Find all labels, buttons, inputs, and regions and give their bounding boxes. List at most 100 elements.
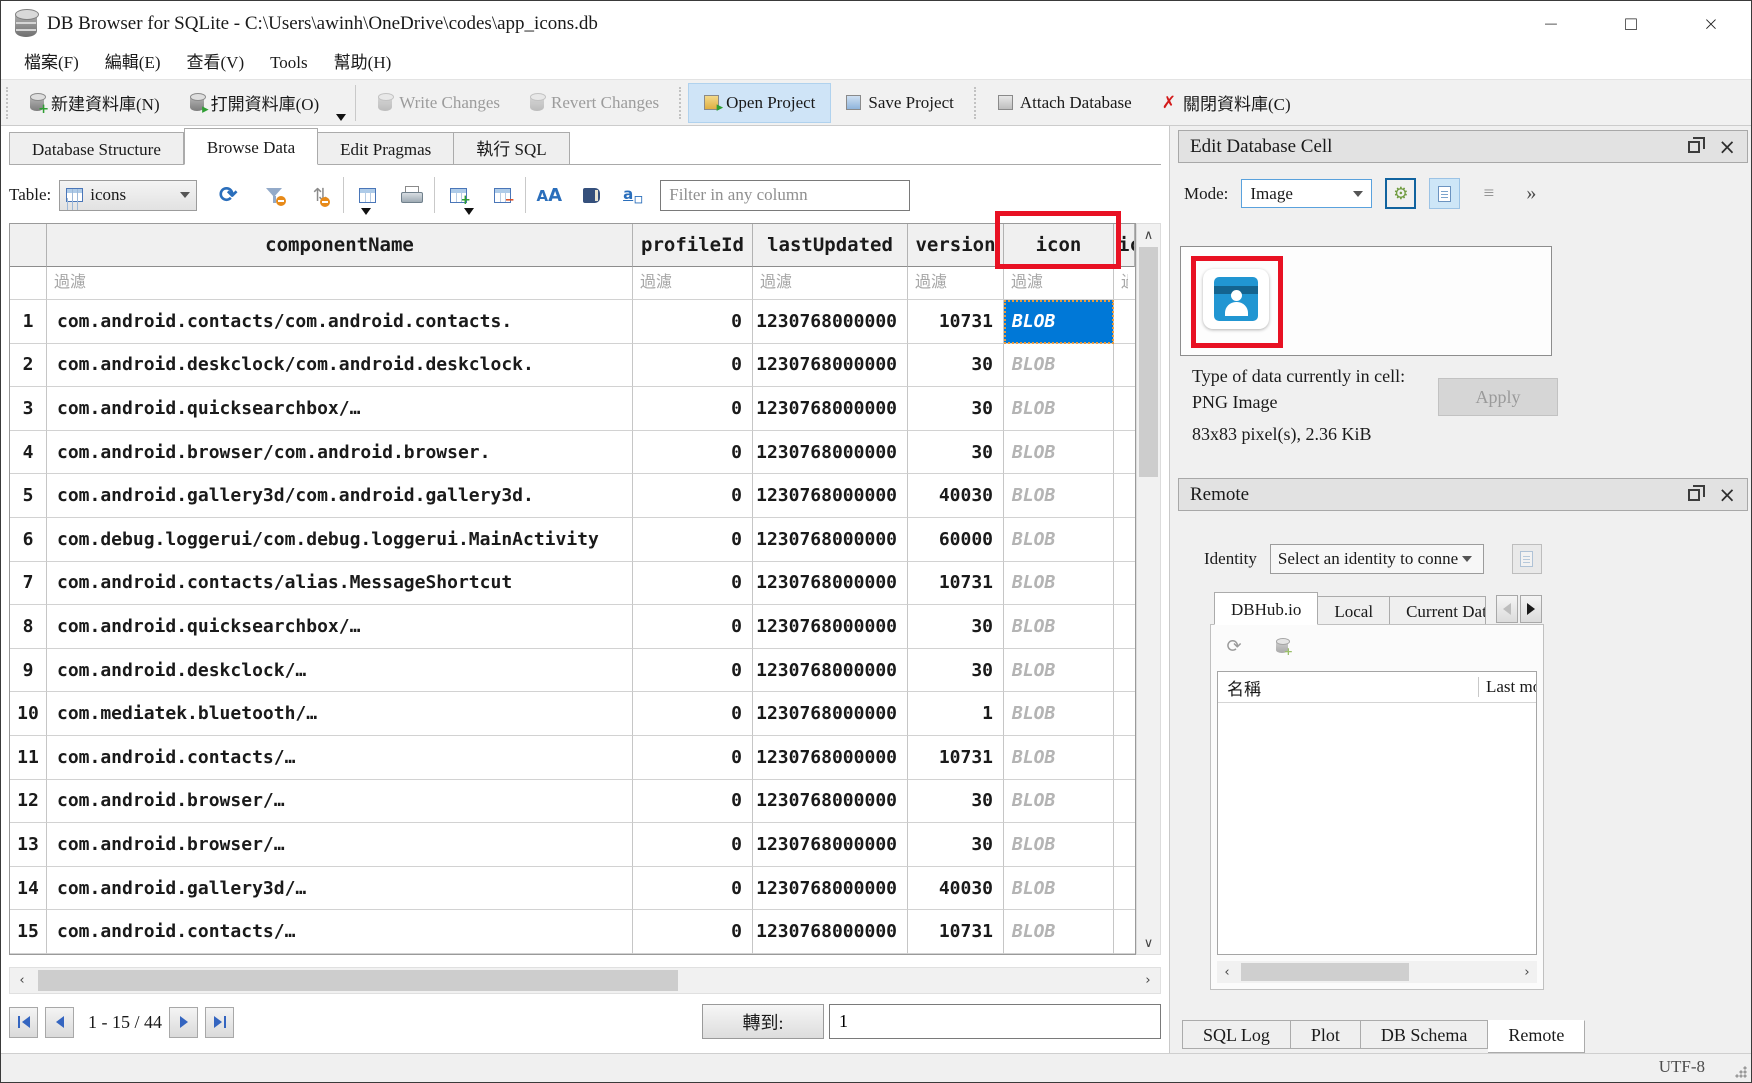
tab-browse-data[interactable]: Browse Data [184, 128, 318, 165]
cell-partial[interactable] [1114, 910, 1135, 954]
cell-icon-blob[interactable]: BLOB [1004, 692, 1114, 736]
close-database-button[interactable]: ✗ 關閉資料庫(C) [1147, 83, 1306, 123]
table-row[interactable]: 7com.android.contacts/alias.MessageShort… [10, 562, 1135, 606]
goto-button[interactable]: 轉到: [702, 1004, 824, 1039]
cell-icon-blob[interactable]: BLOB [1004, 562, 1114, 606]
remote-list-column-lastmodified[interactable]: Last mo [1478, 677, 1536, 697]
scroll-down-arrow-icon[interactable]: ∨ [1137, 932, 1160, 954]
cell-profileid[interactable]: 0 [633, 518, 753, 562]
table-row[interactable]: 2com.android.deskclock/com.android.deskc… [10, 344, 1135, 388]
row-number-header[interactable] [10, 224, 47, 267]
cell-profileid[interactable]: 0 [633, 649, 753, 693]
tab-scroll-right-button[interactable] [1520, 595, 1542, 623]
remote-database-list[interactable]: 名稱 Last mo [1217, 671, 1537, 955]
cell-componentname[interactable]: com.android.contacts/alias.MessageShortc… [47, 562, 633, 606]
scroll-left-arrow-icon[interactable]: ‹ [1217, 961, 1237, 983]
minimize-button[interactable]: − [1511, 1, 1591, 47]
cell-componentname[interactable]: com.android.deskclock/… [47, 649, 633, 693]
column-header-componentname[interactable]: componentName [47, 224, 633, 267]
remote-list-horizontal-scrollbar[interactable]: ‹ › [1217, 961, 1537, 983]
cell-row-number[interactable]: 5 [10, 474, 47, 518]
cell-row-number[interactable]: 4 [10, 431, 47, 475]
vertical-scroll-thumb[interactable] [1139, 247, 1158, 477]
cell-componentname[interactable]: com.android.contacts/… [47, 736, 633, 780]
cell-row-number[interactable]: 8 [10, 605, 47, 649]
next-page-button[interactable] [169, 1007, 198, 1038]
cell-profileid[interactable]: 0 [633, 431, 753, 475]
cell-row-number[interactable]: 13 [10, 823, 47, 867]
filter-input-partial[interactable] [1114, 267, 1135, 299]
horizontal-scroll-thumb[interactable] [1241, 963, 1409, 981]
cell-lastupdated[interactable]: 1230768000000 [753, 780, 908, 824]
cell-lastupdated[interactable]: 1230768000000 [753, 823, 908, 867]
record-dropdown-arrow-icon[interactable] [464, 208, 474, 215]
cell-icon-blob[interactable]: BLOB [1004, 867, 1114, 911]
font-size-button[interactable]: AA [536, 182, 562, 208]
previous-page-button[interactable] [45, 1007, 74, 1038]
cell-version[interactable]: 30 [908, 823, 1004, 867]
tab-local[interactable]: Local [1318, 596, 1390, 625]
cell-lastupdated[interactable]: 1230768000000 [753, 344, 908, 388]
cell-version[interactable]: 30 [908, 649, 1004, 693]
table-selector[interactable]: icons [59, 180, 197, 211]
tab-plot[interactable]: Plot [1291, 1020, 1361, 1049]
cell-version[interactable]: 10731 [908, 300, 1004, 344]
cell-partial[interactable] [1114, 518, 1135, 562]
cell-lastupdated[interactable]: 1230768000000 [753, 605, 908, 649]
cell-lastupdated[interactable]: 1230768000000 [753, 736, 908, 780]
cell-lastupdated[interactable]: 1230768000000 [753, 518, 908, 562]
cell-partial[interactable] [1114, 649, 1135, 693]
insert-record-button[interactable]: + [445, 182, 471, 208]
cell-partial[interactable] [1114, 867, 1135, 911]
scroll-right-arrow-icon[interactable]: › [1517, 961, 1537, 983]
cell-partial[interactable] [1114, 431, 1135, 475]
horizontal-scroll-thumb[interactable] [38, 970, 678, 991]
cell-row-number[interactable]: 10 [10, 692, 47, 736]
grid-vertical-scrollbar[interactable]: ∧ ∨ [1136, 223, 1161, 955]
cell-componentname[interactable]: com.android.contacts/com.android.contact… [47, 300, 633, 344]
tab-dbhub[interactable]: DBHub.io [1214, 592, 1318, 625]
cell-row-number[interactable]: 1 [10, 300, 47, 344]
copy-table-button[interactable] [354, 182, 380, 208]
filter-input-icon[interactable] [1004, 267, 1113, 299]
float-panel-icon[interactable] [1688, 489, 1700, 501]
cell-componentname[interactable]: com.android.browser/… [47, 823, 633, 867]
column-header-icon[interactable]: icon [1004, 224, 1114, 267]
cell-row-number[interactable]: 2 [10, 344, 47, 388]
toolbar-drag-handle[interactable] [679, 87, 685, 119]
open-database-button[interactable]: ▸ 打開資料庫(O) [175, 83, 335, 123]
cell-partial[interactable] [1114, 780, 1135, 824]
table-row[interactable]: 4com.android.browser/com.android.browser… [10, 431, 1135, 475]
cell-componentname[interactable]: com.android.gallery3d/com.android.galler… [47, 474, 633, 518]
cell-componentname[interactable]: com.android.gallery3d/… [47, 867, 633, 911]
cell-profileid[interactable]: 0 [633, 823, 753, 867]
cell-partial[interactable] [1114, 605, 1135, 649]
toolbar-drag-handle[interactable] [974, 87, 980, 119]
filter-input-componentname[interactable] [47, 267, 632, 299]
cell-version[interactable]: 10731 [908, 910, 1004, 954]
table-row[interactable]: 6com.debug.loggerui/com.debug.loggerui.M… [10, 518, 1135, 562]
toolbar-drag-handle[interactable] [6, 87, 12, 119]
cell-icon-blob[interactable]: BLOB [1004, 736, 1114, 780]
new-database-button[interactable]: + 新建資料庫(N) [15, 83, 175, 123]
dictionary-button[interactable] [578, 182, 604, 208]
cell-componentname[interactable]: com.android.quicksearchbox/… [47, 387, 633, 431]
cell-profileid[interactable]: 0 [633, 562, 753, 606]
cell-partial[interactable] [1114, 823, 1135, 867]
cell-profileid[interactable]: 0 [633, 300, 753, 344]
cell-componentname[interactable]: com.android.browser/… [47, 780, 633, 824]
menu-tools[interactable]: Tools [257, 49, 321, 77]
cell-version[interactable]: 10731 [908, 736, 1004, 780]
cell-version[interactable]: 40030 [908, 867, 1004, 911]
cell-version[interactable]: 1 [908, 692, 1004, 736]
cell-profileid[interactable]: 0 [633, 474, 753, 518]
cell-icon-blob[interactable]: BLOB [1004, 300, 1114, 344]
tab-sql-log[interactable]: SQL Log [1182, 1020, 1291, 1049]
open-database-dropdown-arrow-icon[interactable] [336, 114, 346, 121]
cell-lastupdated[interactable]: 1230768000000 [753, 431, 908, 475]
table-row[interactable]: 8com.android.quicksearchbox/…01230768000… [10, 605, 1135, 649]
cell-lastupdated[interactable]: 1230768000000 [753, 867, 908, 911]
cell-version[interactable]: 30 [908, 344, 1004, 388]
menu-edit[interactable]: 編輯(E) [92, 49, 174, 77]
copy-dropdown-arrow-icon[interactable] [361, 208, 371, 215]
